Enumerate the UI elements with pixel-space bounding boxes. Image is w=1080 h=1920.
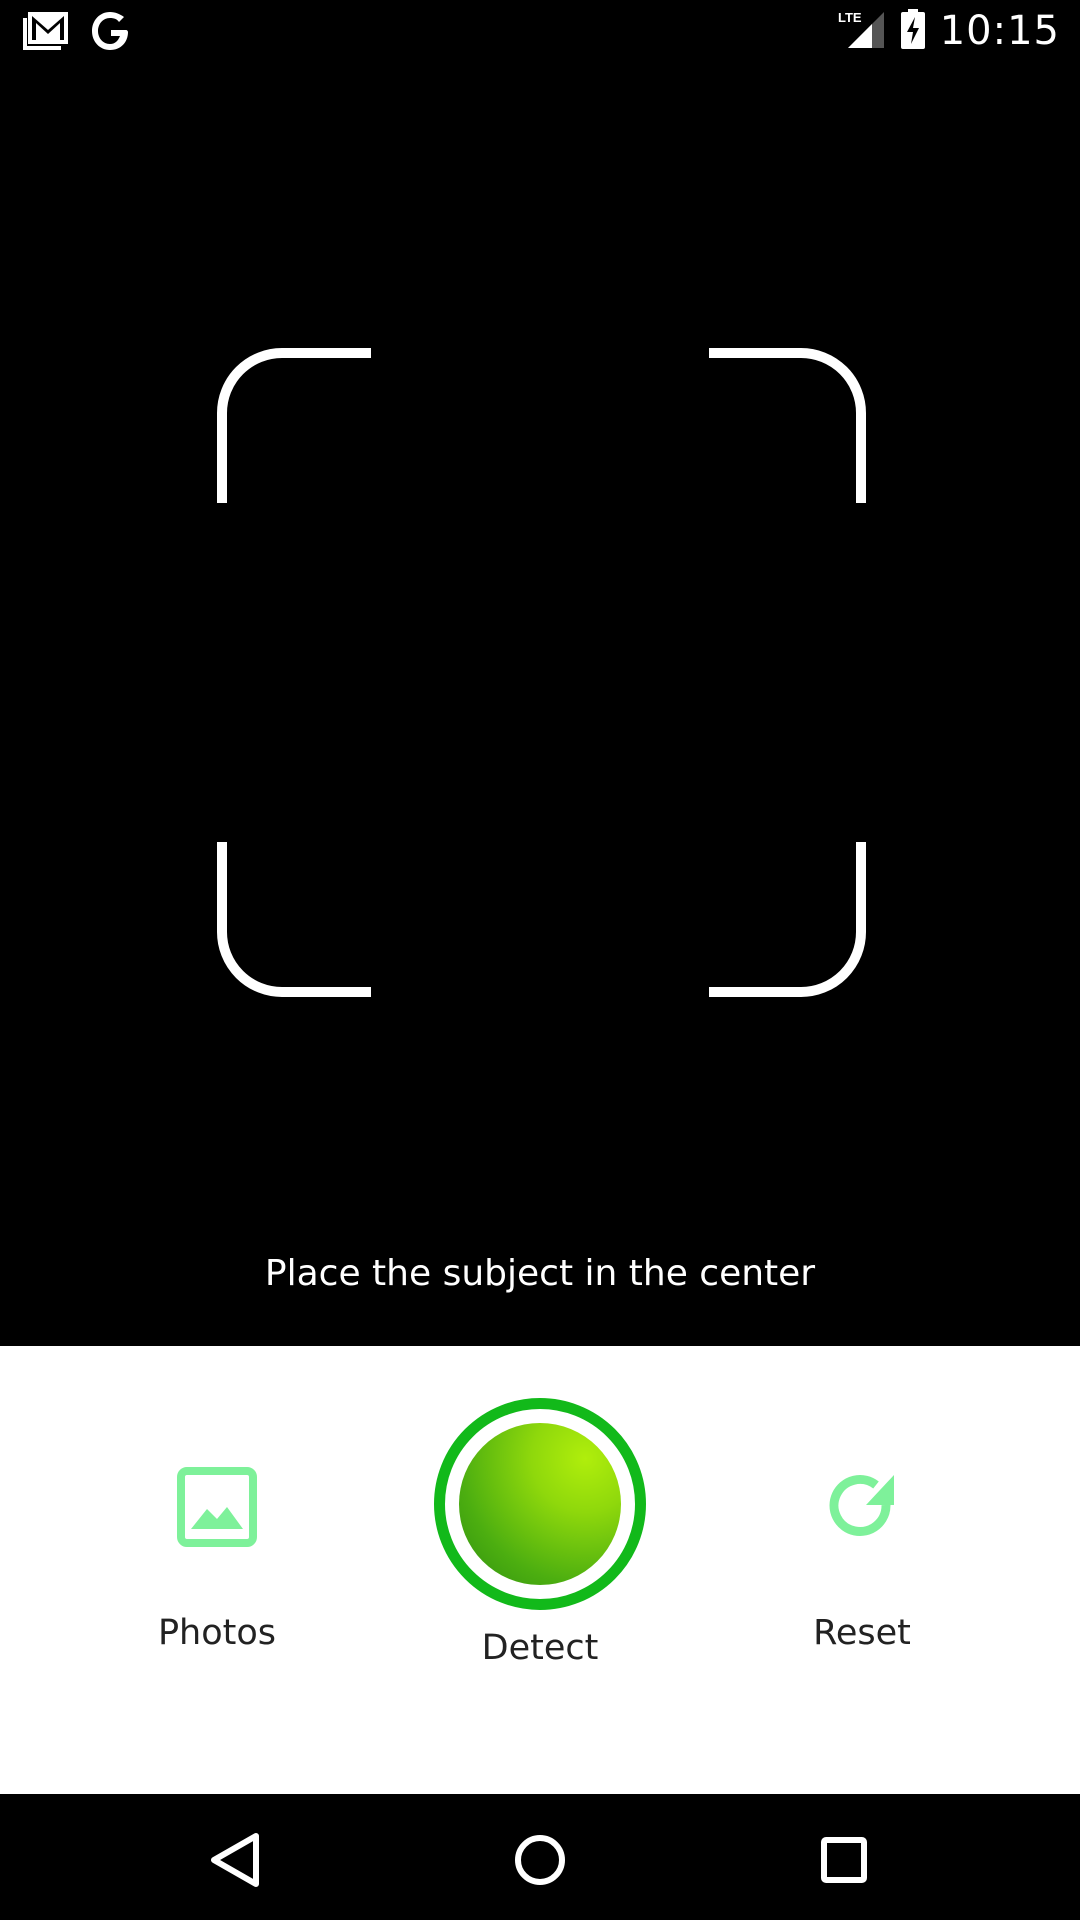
gmail-icon (22, 10, 70, 56)
status-time: 10:15 (939, 8, 1060, 54)
frame-corner-bottom-left (217, 842, 371, 997)
recents-button[interactable] (814, 1830, 874, 1890)
center-hint-text: Place the subject in the center (264, 1253, 816, 1294)
photos-label: Photos (157, 1613, 277, 1653)
google-icon (90, 10, 132, 56)
recents-icon (821, 1837, 867, 1883)
detect-control: Detect (390, 1398, 690, 1668)
lte-signal-icon: LTE (838, 8, 886, 54)
back-icon (211, 1833, 259, 1887)
controls-panel: Photos Detect Reset (0, 1346, 1080, 1794)
battery-charging-icon (900, 8, 926, 54)
reset-button[interactable]: Reset (762, 1457, 962, 1653)
home-icon (515, 1835, 565, 1885)
camera-screen: LTE 10:15 Place the subject in the cente… (0, 0, 1080, 1920)
frame-corner-bottom-right (709, 842, 866, 997)
refresh-icon (812, 1457, 912, 1557)
detect-button[interactable] (434, 1398, 646, 1610)
reset-label: Reset (813, 1613, 911, 1653)
frame-corner-top-left (217, 348, 371, 503)
home-button[interactable] (510, 1830, 570, 1890)
focus-frame (217, 348, 866, 997)
photos-button[interactable]: Photos (117, 1457, 317, 1653)
svg-text:LTE: LTE (838, 10, 862, 25)
detect-label: Detect (481, 1628, 599, 1668)
navigation-bar (0, 1794, 1080, 1920)
detect-button-fill (459, 1423, 621, 1585)
camera-viewfinder[interactable]: Place the subject in the center (0, 63, 1080, 1346)
back-button[interactable] (206, 1830, 266, 1890)
image-icon (167, 1457, 267, 1557)
status-bar: LTE 10:15 (0, 0, 1080, 63)
frame-corner-top-right (709, 348, 866, 503)
